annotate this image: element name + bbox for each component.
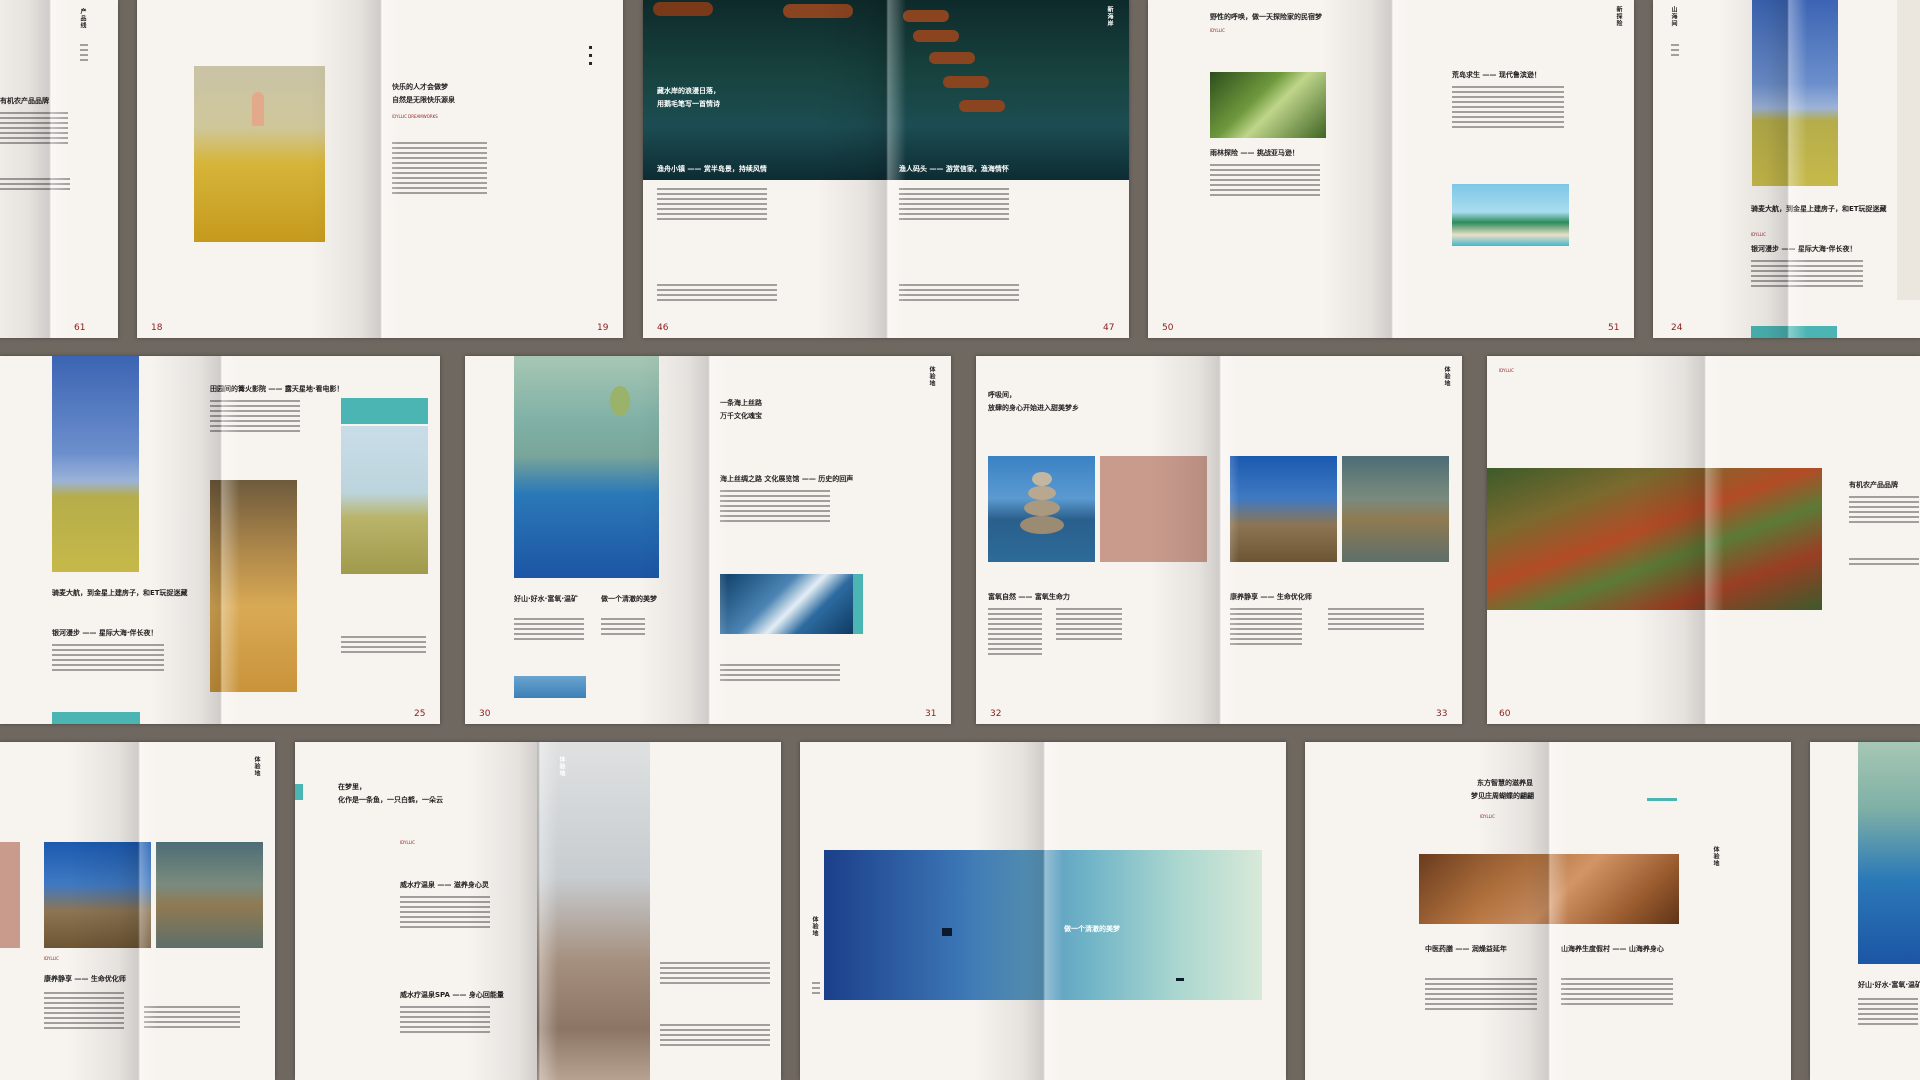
headline-2: 放肆的身心开始进入甜美梦乡 [988,404,1079,412]
terraced-fields-photo [1487,468,1822,610]
page-number-right: 51 [1608,323,1620,333]
headline-2: 万千文化魂宝 [720,412,762,420]
sub-2: 威水疗温泉SPA —— 身心回能量 [400,991,504,999]
page-number-left: 18 [151,323,163,333]
headline: 骑麦大航，到金星上建房子，和ET玩捉迷藏 [1751,205,1887,213]
spread-row3-e: 好山·好水·富氧·温矿 [1810,742,1920,1080]
stacked-stones-photo [988,456,1095,562]
sub: 银河漫步 —— 星际大海·伴长夜！ [52,629,158,637]
caption-1: 好山·好水·富氧·温矿 [514,595,578,603]
headline: 野性的呼唤，做一天探险家的民宿梦 [1210,13,1322,21]
water-stones-photo [156,842,263,948]
field-hand-photo [194,66,325,242]
wheat-field-photo [1752,0,1838,186]
spread-60: IDYLLIC 有机农产品品牌 60 [1487,356,1920,724]
spread-24: 山海间 骑麦大航，到金星上建房子，和ET玩捉迷藏 IDYLLIC 银河漫步 ——… [1653,0,1920,338]
headline-2: 梦见庄周蝴蝶的翩翩 [1471,792,1534,800]
vertical-title: 体验地 [1443,366,1450,387]
vertical-title: 体验地 [253,756,260,777]
page-number-left: 24 [1671,323,1683,333]
sub: 海上丝绸之路 文化展览馆 —— 历史的回声 [720,475,854,483]
grassland-photo [341,426,428,574]
sub-right: 山海养生度假村 —— 山海养身心 [1561,945,1664,953]
lake-boats-photo: 藏水岸的浪漫日落， 用鹅毛笔写一首情诗 渔舟小镇 —— 赏半岛景，持续风情 渔人… [643,0,1129,180]
vertical-title: 体验地 [928,366,935,387]
spread-25: 骑麦大航，到金星上建房子，和ET玩捉迷藏 银河漫步 —— 星际大海·伴长夜！ 田… [0,356,440,724]
headline: 有机农产品品牌 [1849,481,1898,489]
headline: 有机农产品品牌 [0,97,49,105]
sub-left: 富氧自然 —— 富氧生命力 [988,593,1070,601]
caption-left: 渔舟小镇 —— 赏半岛景，持续风情 [657,165,767,173]
lake-reflection-photo [44,842,151,948]
wheat-field-photo [52,356,139,572]
spread-18-19: 快乐的人才会做梦 自然是无限快乐源泉 IDYLLIC DREAMWORKS ▪▪… [137,0,623,338]
photo-headline-2: 用鹅毛笔写一首情诗 [657,100,720,108]
spread-50-51: 野性的呼唤，做一天探险家的民宿梦 IDYLLIC 雨林探险 —— 挑战亚马逊！ … [1148,0,1634,338]
page-number-right: 47 [1103,323,1115,333]
rocks-photo: 体验地 [537,742,650,1080]
photo-headline: 藏水岸的浪漫日落， [657,87,720,95]
vertical-title: 新探险 [1615,6,1622,27]
vertical-title: 体验地 [811,916,818,937]
sub: 康养静享 —— 生命优化师 [44,975,126,983]
deer-photo [210,480,297,692]
water-stones-photo [1342,456,1449,562]
vertical-title: 体验地 [1712,846,1719,867]
waves-photo [720,574,853,634]
sub-2: 田园间的篝火影院 —— 露天星地·看电影！ [210,385,344,393]
caption-right: 渔人码头 —— 游赏信家，渔海情怀 [899,165,1009,173]
headline-2: 自然是无限快乐源泉 [392,96,455,104]
lake-reflection-photo [514,356,659,578]
panorama-caption: 做一个清澈的美梦 [1064,925,1120,933]
vertical-title: 山海间 [1670,6,1677,27]
page-number-right: 31 [925,709,937,719]
sub-right: 荒岛求生 —— 现代鲁滨逊！ [1452,71,1541,79]
page-number-right: 33 [1436,709,1448,719]
spread-61: 有机农产品品牌 产品线 61 [0,0,118,338]
page-number-left: 60 [1499,709,1511,719]
rainforest-photo [1210,72,1326,138]
sub: 银河漫步 —— 星际大海·伴长夜！ [1751,245,1857,253]
spread-row3-c: 做一个清澈的美梦 体验地 [800,742,1286,1080]
page-number-left: 32 [990,709,1002,719]
caption-2: 做一个清澈的美梦 [601,595,657,603]
page-number-left: 50 [1162,323,1174,333]
headline: 一条海上丝路 [720,399,762,407]
page-number-left: 46 [657,323,669,333]
headline: 呼吸间， [988,391,1016,399]
spread-row3-b: 在梦里， 化作是一条鱼，一只白鹤，一朵云 IDYLLIC 威水疗温泉 —— 滋养… [295,742,781,1080]
vertical-title: 新海岸 [1106,6,1113,27]
headline: 骑麦大航，到金星上建房子，和ET玩捉迷藏 [52,589,188,597]
lake-reflection-photo [1230,456,1337,562]
sub-right: 康养静享 —— 生命优化师 [1230,593,1312,601]
page-number-right: 19 [597,323,609,333]
headline-2: 化作是一条鱼，一只白鹤，一朵云 [338,796,443,804]
page-number-right: 25 [414,709,426,719]
page-number: 61 [74,323,86,333]
headline: 东方智慧的滋养显 [1477,779,1533,787]
spread-row3-d: 东方智慧的滋养显 梦见庄周蝴蝶的翩翩 IDYLLIC 中医药膳 —— 润燥益延年… [1305,742,1791,1080]
sub-left: 雨林探险 —— 挑战亚马逊！ [1210,149,1299,157]
vertical-title: 产品线 [79,8,86,29]
sub-left: 中医药膳 —— 润燥益延年 [1425,945,1507,953]
headline: 快乐的人才会做梦 [392,83,448,91]
vertical-title: 体验地 [558,756,565,777]
subhead: IDYLLIC DREAMWORKS [392,114,438,119]
spread-32-33: 呼吸间， 放肆的身心开始进入甜美梦乡 富氧自然 —— 富氧生命力 康养静享 ——… [976,356,1462,724]
brochure-mockup: 有机农产品品牌 产品线 61 快乐的人才会做梦 自然是无限快乐源泉 IDYLLI… [0,0,1920,1080]
spread-46-47: 藏水岸的浪漫日落， 用鹅毛笔写一首情诗 渔舟小镇 —— 赏半岛景，持续风情 渔人… [643,0,1129,338]
lake-panorama-photo: 做一个清澈的美梦 [824,850,1262,1000]
lake-reflection-photo [1858,742,1920,964]
caption: 好山·好水·富氧·温矿 [1858,981,1920,989]
spread-row3-a: IDYLLIC 康养静享 —— 生命优化师 体验地 [0,742,275,1080]
page-number-left: 30 [479,709,491,719]
tropical-island-photo [1452,184,1569,246]
headline: 在梦里， [338,783,366,791]
sub-1: 威水疗温泉 —— 滋养身心灵 [400,881,489,889]
spread-30-31: 好山·好水·富氧·温矿 做一个清澈的美梦 一条海上丝路 万千文化魂宝 海上丝绸之… [465,356,951,724]
massage-photo [1419,854,1679,924]
